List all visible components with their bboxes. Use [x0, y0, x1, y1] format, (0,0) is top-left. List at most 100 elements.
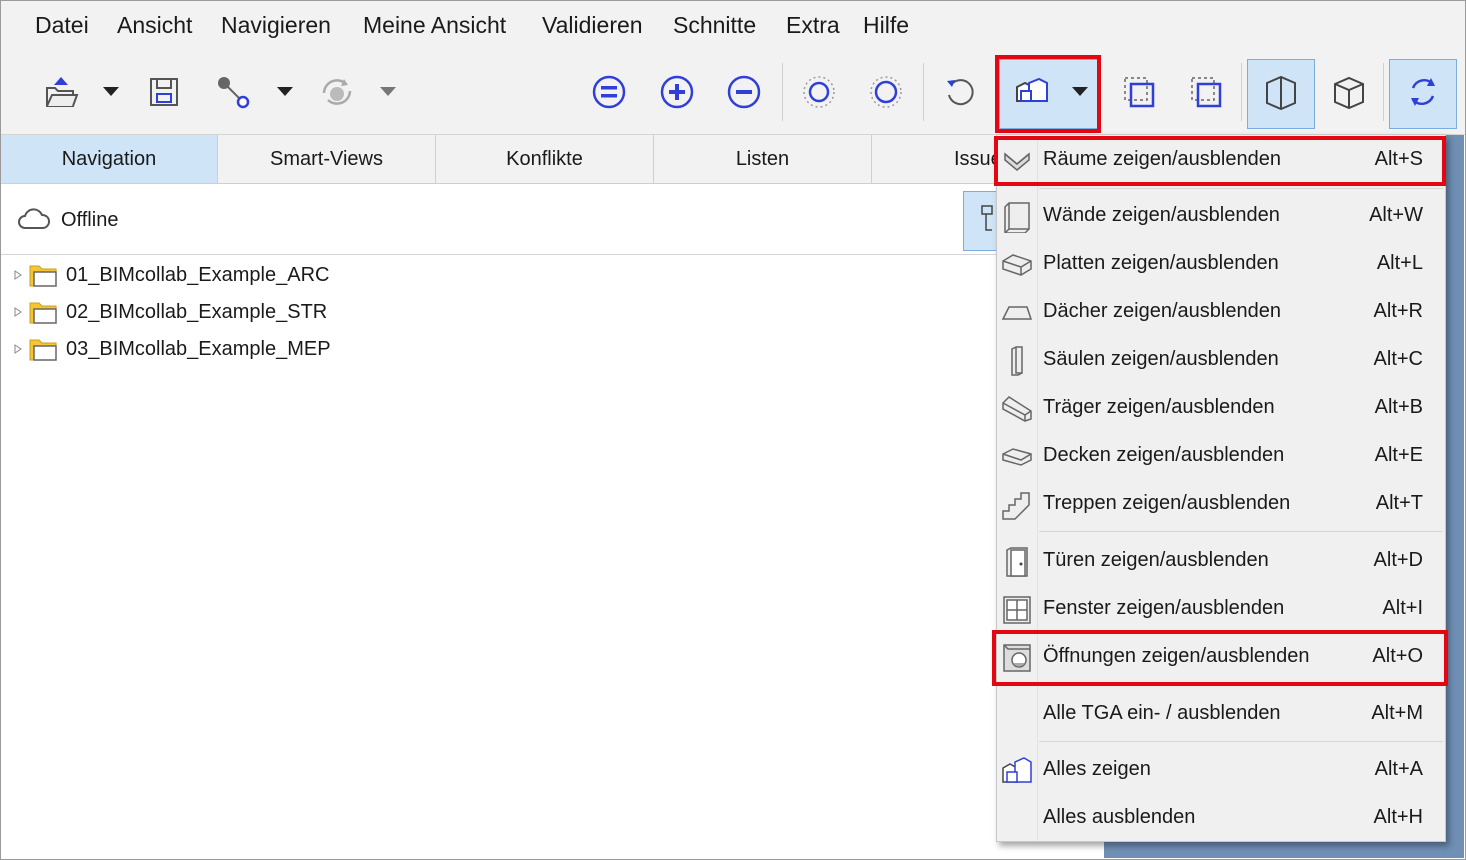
select-icon[interactable] [797, 49, 841, 134]
menu-ansicht[interactable]: Ansicht [117, 12, 192, 39]
open-icon[interactable] [39, 49, 83, 134]
beams-icon [1000, 392, 1034, 426]
toolbar-separator [923, 63, 924, 121]
menu-item-label: Fenster zeigen/ausblenden [1043, 597, 1285, 619]
doors-icon [1000, 545, 1034, 579]
expand-arrow-icon[interactable] [14, 270, 26, 280]
expand-arrow-icon[interactable] [14, 307, 26, 317]
menu-item-shortcut: Alt+L [1376, 252, 1423, 274]
menu-schnitte[interactable]: Schnitte [673, 12, 756, 39]
sync-dropdown-icon[interactable] [376, 49, 400, 134]
ceilings-icon [1000, 440, 1034, 474]
menu-item-show-all[interactable]: Alles zeigen Alt+A [997, 747, 1445, 793]
tree-item-label: 01_BIMcollab_Example_ARC [66, 263, 330, 286]
menu-item-stairs[interactable]: Treppen zeigen/ausblenden Alt+T [997, 481, 1445, 527]
menu-item-label: Wände zeigen/ausblenden [1043, 204, 1280, 226]
menu-item-shortcut: Alt+A [1374, 758, 1423, 780]
menu-item-walls[interactable]: Wände zeigen/ausblenden Alt+W [997, 193, 1445, 239]
menu-item-label: Räume zeigen/ausblenden [1043, 148, 1281, 170]
menu-validieren[interactable]: Validieren [542, 12, 643, 39]
menu-item-shortcut: Alt+I [1382, 597, 1423, 619]
menu-item-windows[interactable]: Fenster zeigen/ausblenden Alt+I [997, 586, 1445, 632]
open-dropdown-icon[interactable] [99, 49, 123, 134]
windows-icon [1000, 593, 1034, 627]
tab-navigation[interactable]: Navigation [1, 135, 218, 183]
tree-item[interactable]: 01_BIMcollab_Example_ARC [14, 258, 329, 292]
menu-item-label: Träger zeigen/ausblenden [1043, 396, 1275, 418]
folder-icon [28, 262, 58, 288]
menu-item-openings[interactable]: Öffnungen zeigen/ausblenden Alt+O [997, 634, 1445, 680]
menu-item-shortcut: Alt+S [1374, 148, 1423, 170]
menu-item-label: Säulen zeigen/ausblenden [1043, 348, 1279, 370]
roofs-icon [1000, 296, 1034, 330]
connection-status-label: Offline [61, 209, 119, 231]
folder-icon [28, 336, 58, 362]
menu-meine-ansicht[interactable]: Meine Ansicht [363, 12, 506, 39]
fit-icon[interactable] [587, 49, 631, 134]
menu-navigieren[interactable]: Navigieren [221, 12, 331, 39]
tree-item-label: 03_BIMcollab_Example_MEP [66, 337, 331, 360]
section-crop-icon[interactable] [1182, 49, 1230, 134]
show-types-menu: Räume zeigen/ausblenden Alt+S Wände zeig… [996, 134, 1446, 842]
menu-item-label: Alle TGA ein- / ausblenden [1043, 702, 1281, 724]
menu-item-label: Dächer zeigen/ausblenden [1043, 300, 1281, 322]
orbit-icon[interactable] [1399, 49, 1447, 134]
tree-item[interactable]: 03_BIMcollab_Example_MEP [14, 332, 331, 366]
menu-item-hide-all[interactable]: Alles ausblenden Alt+H [997, 795, 1445, 841]
cloud-icon [18, 208, 50, 229]
wireframe-icon[interactable] [1257, 49, 1305, 134]
menu-item-shortcut: Alt+W [1369, 204, 1423, 226]
menu-item-shortcut: Alt+O [1372, 645, 1423, 667]
isolate-icon[interactable] [864, 49, 908, 134]
show-types-icon[interactable] [1007, 49, 1057, 134]
save-icon[interactable] [143, 49, 185, 134]
slabs-icon [1000, 248, 1034, 282]
menu-item-label: Decken zeigen/ausblenden [1043, 444, 1285, 466]
sync-icon[interactable] [315, 49, 359, 134]
reset-view-icon[interactable] [938, 49, 982, 134]
menu-item-shortcut: Alt+R [1373, 300, 1423, 322]
menu-hilfe[interactable]: Hilfe [863, 12, 909, 39]
menu-datei[interactable]: Datei [35, 12, 89, 39]
tab-smart-views[interactable]: Smart-Views [218, 135, 436, 183]
menu-item-label: Öffnungen zeigen/ausblenden [1043, 645, 1310, 667]
menu-item-all-tga[interactable]: Alle TGA ein- / ausblenden Alt+M [997, 691, 1445, 737]
tab-listen[interactable]: Listen [654, 135, 872, 183]
menu-separator [1039, 683, 1443, 684]
show-types-dropdown-icon[interactable] [1067, 49, 1093, 134]
expand-arrow-icon[interactable] [14, 344, 26, 354]
menu-extra[interactable]: Extra [786, 12, 840, 39]
menu-item-columns[interactable]: Säulen zeigen/ausblenden Alt+C [997, 337, 1445, 383]
folder-icon [28, 299, 58, 325]
openings-icon [1000, 641, 1034, 675]
tab-konflikte[interactable]: Konflikte [436, 135, 654, 183]
menu-item-shortcut: Alt+E [1374, 444, 1423, 466]
menu-item-ceilings[interactable]: Decken zeigen/ausblenden Alt+E [997, 433, 1445, 479]
menu-item-shortcut: Alt+B [1374, 396, 1423, 418]
zoom-out-icon[interactable] [722, 49, 766, 134]
zoom-in-icon[interactable] [655, 49, 699, 134]
menu-item-doors[interactable]: Türen zeigen/ausblenden Alt+D [997, 538, 1445, 584]
section-box-icon[interactable] [1115, 49, 1163, 134]
spaces-icon [1000, 144, 1034, 178]
menu-bar: Datei Ansicht Navigieren Meine Ansicht V… [1, 1, 1465, 49]
menu-item-spaces[interactable]: Räume zeigen/ausblenden Alt+S [997, 137, 1445, 183]
connect-icon[interactable] [211, 49, 255, 134]
menu-item-beams[interactable]: Träger zeigen/ausblenden Alt+B [997, 385, 1445, 431]
show-all-icon [1000, 754, 1034, 788]
menu-separator [1039, 741, 1443, 742]
menu-item-slabs[interactable]: Platten zeigen/ausblenden Alt+L [997, 241, 1445, 287]
menu-item-roofs[interactable]: Dächer zeigen/ausblenden Alt+R [997, 289, 1445, 335]
tree-item-label: 02_BIMcollab_Example_STR [66, 300, 328, 323]
menu-item-shortcut: Alt+H [1373, 806, 1423, 828]
menu-separator [1039, 188, 1443, 189]
menu-item-label: Alles ausblenden [1043, 806, 1196, 828]
menu-item-label: Alles zeigen [1043, 758, 1151, 780]
connect-dropdown-icon[interactable] [273, 49, 297, 134]
walls-icon [1000, 200, 1034, 234]
panel-tabs: Navigation Smart-Views Konflikte Listen … [1, 135, 1101, 184]
toolbar-separator [1383, 63, 1384, 121]
tree-item[interactable]: 02_BIMcollab_Example_STR [14, 295, 327, 329]
solid-icon[interactable] [1325, 49, 1373, 134]
connection-status-bar: Offline [1, 185, 1101, 255]
